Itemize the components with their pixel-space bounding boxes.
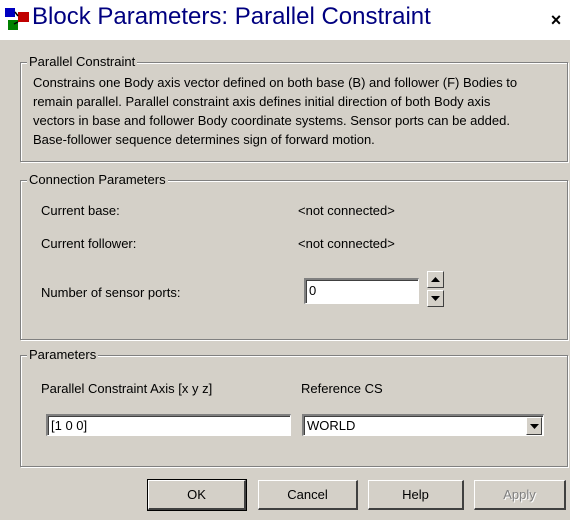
chevron-down-icon [529, 423, 539, 429]
close-icon[interactable]: × [544, 8, 568, 32]
apply-button: Apply [474, 480, 566, 510]
axis-input[interactable]: [1 0 0] [46, 414, 291, 436]
description-group: Parallel Constraint Constrains one Body … [20, 54, 568, 162]
parameters-group: Parameters Parallel Constraint Axis [x y… [20, 347, 568, 467]
ok-button[interactable]: OK [147, 479, 247, 511]
reference-cs-value: WORLD [307, 418, 356, 433]
arrow-up-icon [431, 277, 440, 282]
simulink-block-icon [4, 6, 30, 32]
title-bar: Block Parameters: Parallel Constraint × [0, 0, 570, 40]
axis-label: Parallel Constraint Axis [x y z] [41, 381, 213, 396]
spin-up-button[interactable] [427, 271, 444, 288]
cancel-button[interactable]: Cancel [258, 480, 358, 510]
description-text: Constrains one Body axis vector defined … [33, 75, 518, 147]
parameters-legend: Parameters [27, 347, 99, 363]
sensor-ports-field[interactable]: 0 [304, 278, 419, 304]
current-base-value: <not connected> [298, 203, 395, 218]
sensor-ports-label: Number of sensor ports: [41, 285, 181, 300]
spin-down-button[interactable] [427, 290, 444, 307]
help-button[interactable]: Help [368, 480, 464, 510]
dropdown-button[interactable] [526, 417, 542, 435]
connection-legend: Connection Parameters [27, 172, 168, 188]
window-title: Block Parameters: Parallel Constraint [32, 3, 431, 30]
connection-parameters-group: Connection Parameters Current base: <not… [20, 172, 568, 340]
current-follower-value: <not connected> [298, 236, 395, 251]
current-follower-label: Current follower: [41, 236, 137, 251]
current-base-label: Current base: [41, 203, 120, 218]
arrow-down-icon [431, 296, 440, 301]
description-legend: Parallel Constraint [27, 54, 138, 70]
reference-cs-label: Reference CS [301, 381, 383, 396]
reference-cs-select[interactable]: WORLD [302, 414, 544, 436]
